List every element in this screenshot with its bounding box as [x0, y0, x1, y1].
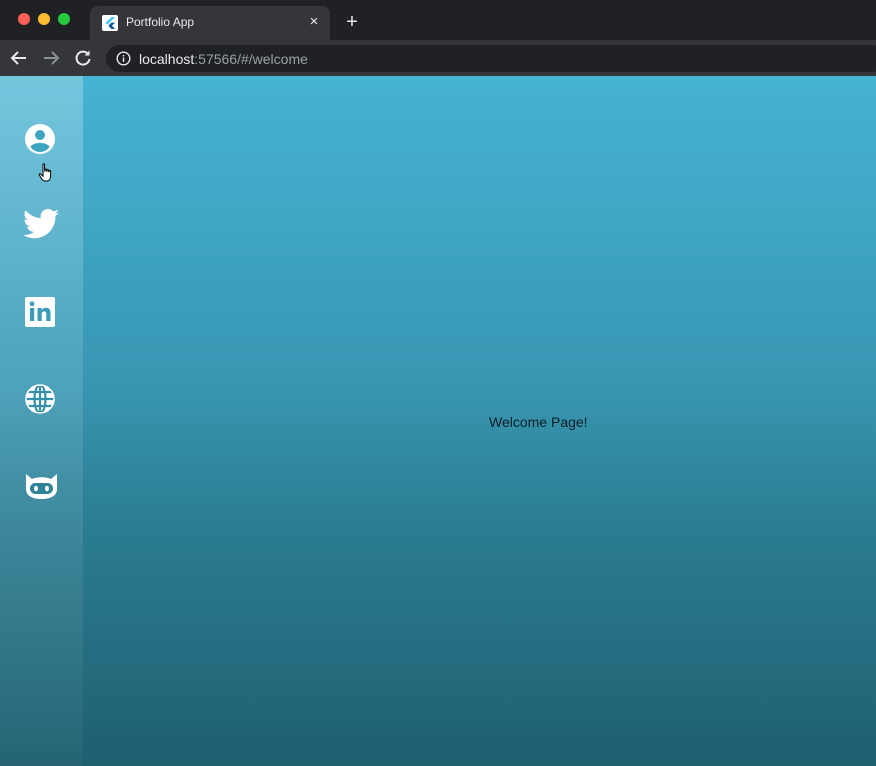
- sidebar-item-twitter[interactable]: [22, 206, 60, 244]
- welcome-message: Welcome Page!: [489, 414, 588, 430]
- site-info-icon[interactable]: [116, 51, 131, 66]
- url-text: localhost:57566/#/welcome: [139, 51, 308, 67]
- account-circle-icon: [22, 120, 60, 158]
- tab-title: Portfolio App: [126, 15, 195, 29]
- sidebar-item-profile[interactable]: [22, 120, 60, 158]
- url-path: :57566/#/welcome: [194, 51, 308, 67]
- sidebar-item-linkedin[interactable]: [22, 294, 60, 332]
- app-page: Welcome Page!: [0, 76, 876, 766]
- browser-titlebar: Portfolio App × +: [0, 0, 876, 40]
- window-maximize-button[interactable]: [58, 13, 70, 25]
- address-bar[interactable]: localhost:57566/#/welcome: [106, 45, 876, 72]
- url-host: localhost: [139, 51, 195, 67]
- reload-icon[interactable]: [73, 48, 93, 68]
- window-close-button[interactable]: [18, 13, 30, 25]
- flutter-icon: [102, 15, 118, 31]
- close-icon[interactable]: ×: [306, 14, 322, 30]
- browser-toolbar: localhost:57566/#/welcome: [0, 40, 876, 76]
- globe-icon: [22, 380, 60, 418]
- new-tab-button[interactable]: +: [340, 10, 364, 34]
- hand-pointer-icon: [38, 163, 54, 183]
- forward-arrow-icon[interactable]: [41, 48, 61, 68]
- sidebar-item-github[interactable]: [22, 466, 60, 504]
- sidebar-item-website[interactable]: [22, 380, 60, 418]
- back-arrow-icon[interactable]: [9, 48, 29, 68]
- browser-tab[interactable]: Portfolio App ×: [90, 6, 330, 40]
- github-icon: [22, 466, 60, 504]
- window-minimize-button[interactable]: [38, 13, 50, 25]
- twitter-icon: [22, 206, 60, 244]
- linkedin-icon: [22, 294, 60, 332]
